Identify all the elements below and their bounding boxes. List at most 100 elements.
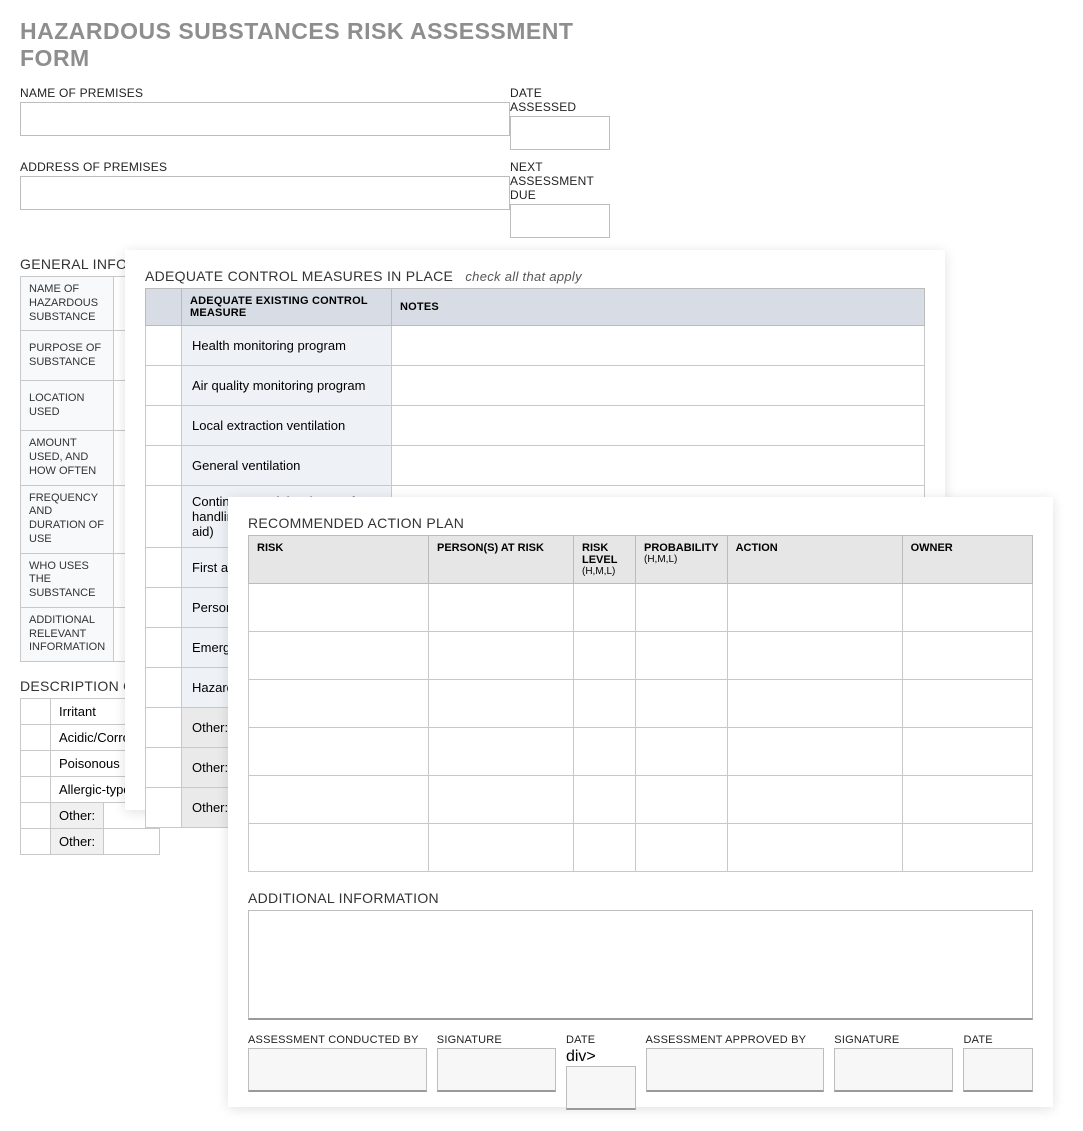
name-of-premises-input[interactable] <box>20 102 510 136</box>
ap-cell[interactable] <box>727 824 902 872</box>
approved-date-label: DATE <box>963 1034 1033 1046</box>
approved-by-label: ASSESSMENT APPROVED BY <box>646 1034 825 1046</box>
ap-cell[interactable] <box>902 632 1032 680</box>
gi-row-label: WHO USES THE SUBSTANCE <box>21 553 114 607</box>
cm-notes-input[interactable] <box>392 406 925 446</box>
date-assessed-input[interactable] <box>510 116 610 150</box>
ap-header-owner: OWNER <box>902 536 1032 584</box>
cm-header-measure: ADEQUATE EXISTING CONTROL MEASURE <box>182 289 392 326</box>
cm-checkbox[interactable] <box>146 788 182 828</box>
cm-notes-input[interactable] <box>392 446 925 486</box>
ap-row <box>249 728 1033 776</box>
ap-cell[interactable] <box>249 728 429 776</box>
ap-cell[interactable] <box>429 584 574 632</box>
ap-cell[interactable] <box>249 824 429 872</box>
conducted-date-label: DATE <box>566 1034 636 1046</box>
address-of-premises-input[interactable] <box>20 176 510 210</box>
ap-cell[interactable] <box>429 632 574 680</box>
ap-cell[interactable] <box>574 632 636 680</box>
ap-cell[interactable] <box>727 680 902 728</box>
ap-row <box>249 776 1033 824</box>
additional-info-input[interactable] <box>248 910 1033 1020</box>
ap-cell[interactable] <box>429 680 574 728</box>
ap-cell[interactable] <box>636 680 728 728</box>
conducted-by-input[interactable] <box>248 1048 427 1092</box>
page-title: HAZARDOUS SUBSTANCES RISK ASSESSMENT FOR… <box>20 18 610 72</box>
ap-row <box>249 584 1033 632</box>
cm-header-notes: NOTES <box>392 289 925 326</box>
address-of-premises-label: ADDRESS OF PREMISES <box>20 160 510 174</box>
hazard-other-label: Other: <box>51 829 104 855</box>
approved-sig-input[interactable] <box>834 1048 953 1092</box>
ap-cell[interactable] <box>574 728 636 776</box>
ap-cell[interactable] <box>574 680 636 728</box>
ap-cell[interactable] <box>249 776 429 824</box>
ap-cell[interactable] <box>902 824 1032 872</box>
ap-cell[interactable] <box>902 728 1032 776</box>
hazard-checkbox[interactable] <box>21 699 51 725</box>
ap-cell[interactable] <box>902 776 1032 824</box>
ap-cell[interactable] <box>636 632 728 680</box>
ap-header-action: ACTION <box>727 536 902 584</box>
cm-checkbox[interactable] <box>146 748 182 788</box>
action-plan-table: RISK PERSON(S) AT RISK RISK LEVEL(H,M,L)… <box>248 535 1033 872</box>
ap-cell[interactable] <box>249 680 429 728</box>
conducted-date-input[interactable] <box>566 1066 636 1110</box>
ap-cell[interactable] <box>249 632 429 680</box>
gi-row-label: PURPOSE OF SUBSTANCE <box>21 331 114 381</box>
next-assessment-due-input[interactable] <box>510 204 610 238</box>
next-assessment-due-label: NEXT ASSESSMENT DUE <box>510 160 610 202</box>
hazard-checkbox[interactable] <box>21 751 51 777</box>
hazard-checkbox[interactable] <box>21 829 51 855</box>
ap-cell[interactable] <box>636 584 728 632</box>
name-of-premises-label: NAME OF PREMISES <box>20 86 510 100</box>
ap-cell[interactable] <box>636 728 728 776</box>
cm-checkbox[interactable] <box>146 486 182 548</box>
ap-header-risk: RISK <box>249 536 429 584</box>
conducted-sig-input[interactable] <box>437 1048 556 1092</box>
cm-checkbox[interactable] <box>146 628 182 668</box>
cm-checkbox[interactable] <box>146 326 182 366</box>
ap-cell[interactable] <box>429 824 574 872</box>
control-measures-hint: check all that apply <box>465 269 582 284</box>
hazard-checkbox[interactable] <box>21 777 51 803</box>
ap-cell[interactable] <box>429 728 574 776</box>
ap-cell[interactable] <box>429 776 574 824</box>
cm-notes-input[interactable] <box>392 366 925 406</box>
cm-checkbox[interactable] <box>146 406 182 446</box>
cm-checkbox[interactable] <box>146 446 182 486</box>
ap-cell[interactable] <box>727 632 902 680</box>
ap-cell[interactable] <box>574 824 636 872</box>
cm-notes-input[interactable] <box>392 326 925 366</box>
ap-cell[interactable] <box>727 728 902 776</box>
approved-by-input[interactable] <box>646 1048 825 1092</box>
cm-item: Local extraction ventilation <box>182 406 392 446</box>
ap-cell[interactable] <box>574 584 636 632</box>
conducted-by-label: ASSESSMENT CONDUCTED BY <box>248 1034 427 1046</box>
ap-cell[interactable] <box>727 776 902 824</box>
cm-checkbox[interactable] <box>146 668 182 708</box>
additional-info-title: ADDITIONAL INFORMATION <box>248 890 1033 906</box>
gi-row-label: LOCATION USED <box>21 381 114 431</box>
approved-sig-label: SIGNATURE <box>834 1034 953 1046</box>
cm-checkbox[interactable] <box>146 708 182 748</box>
hazard-other-input[interactable] <box>104 829 160 855</box>
ap-cell[interactable] <box>636 824 728 872</box>
gi-row-label: ADDITIONAL RELEVANT INFORMATION <box>21 607 114 661</box>
ap-cell[interactable] <box>574 776 636 824</box>
hazard-checkbox[interactable] <box>21 803 51 829</box>
ap-cell[interactable] <box>249 584 429 632</box>
cm-checkbox[interactable] <box>146 548 182 588</box>
approved-date-input[interactable] <box>963 1048 1033 1092</box>
hazard-other-label: Other: <box>51 803 104 829</box>
gi-row-label: FREQUENCY AND DURATION OF USE <box>21 485 114 553</box>
cm-checkbox[interactable] <box>146 588 182 628</box>
gi-row-label: AMOUNT USED, AND HOW OFTEN <box>21 431 114 485</box>
cm-checkbox[interactable] <box>146 366 182 406</box>
ap-cell[interactable] <box>727 584 902 632</box>
hazard-checkbox[interactable] <box>21 725 51 751</box>
ap-cell[interactable] <box>636 776 728 824</box>
ap-row <box>249 680 1033 728</box>
ap-cell[interactable] <box>902 680 1032 728</box>
ap-cell[interactable] <box>902 584 1032 632</box>
